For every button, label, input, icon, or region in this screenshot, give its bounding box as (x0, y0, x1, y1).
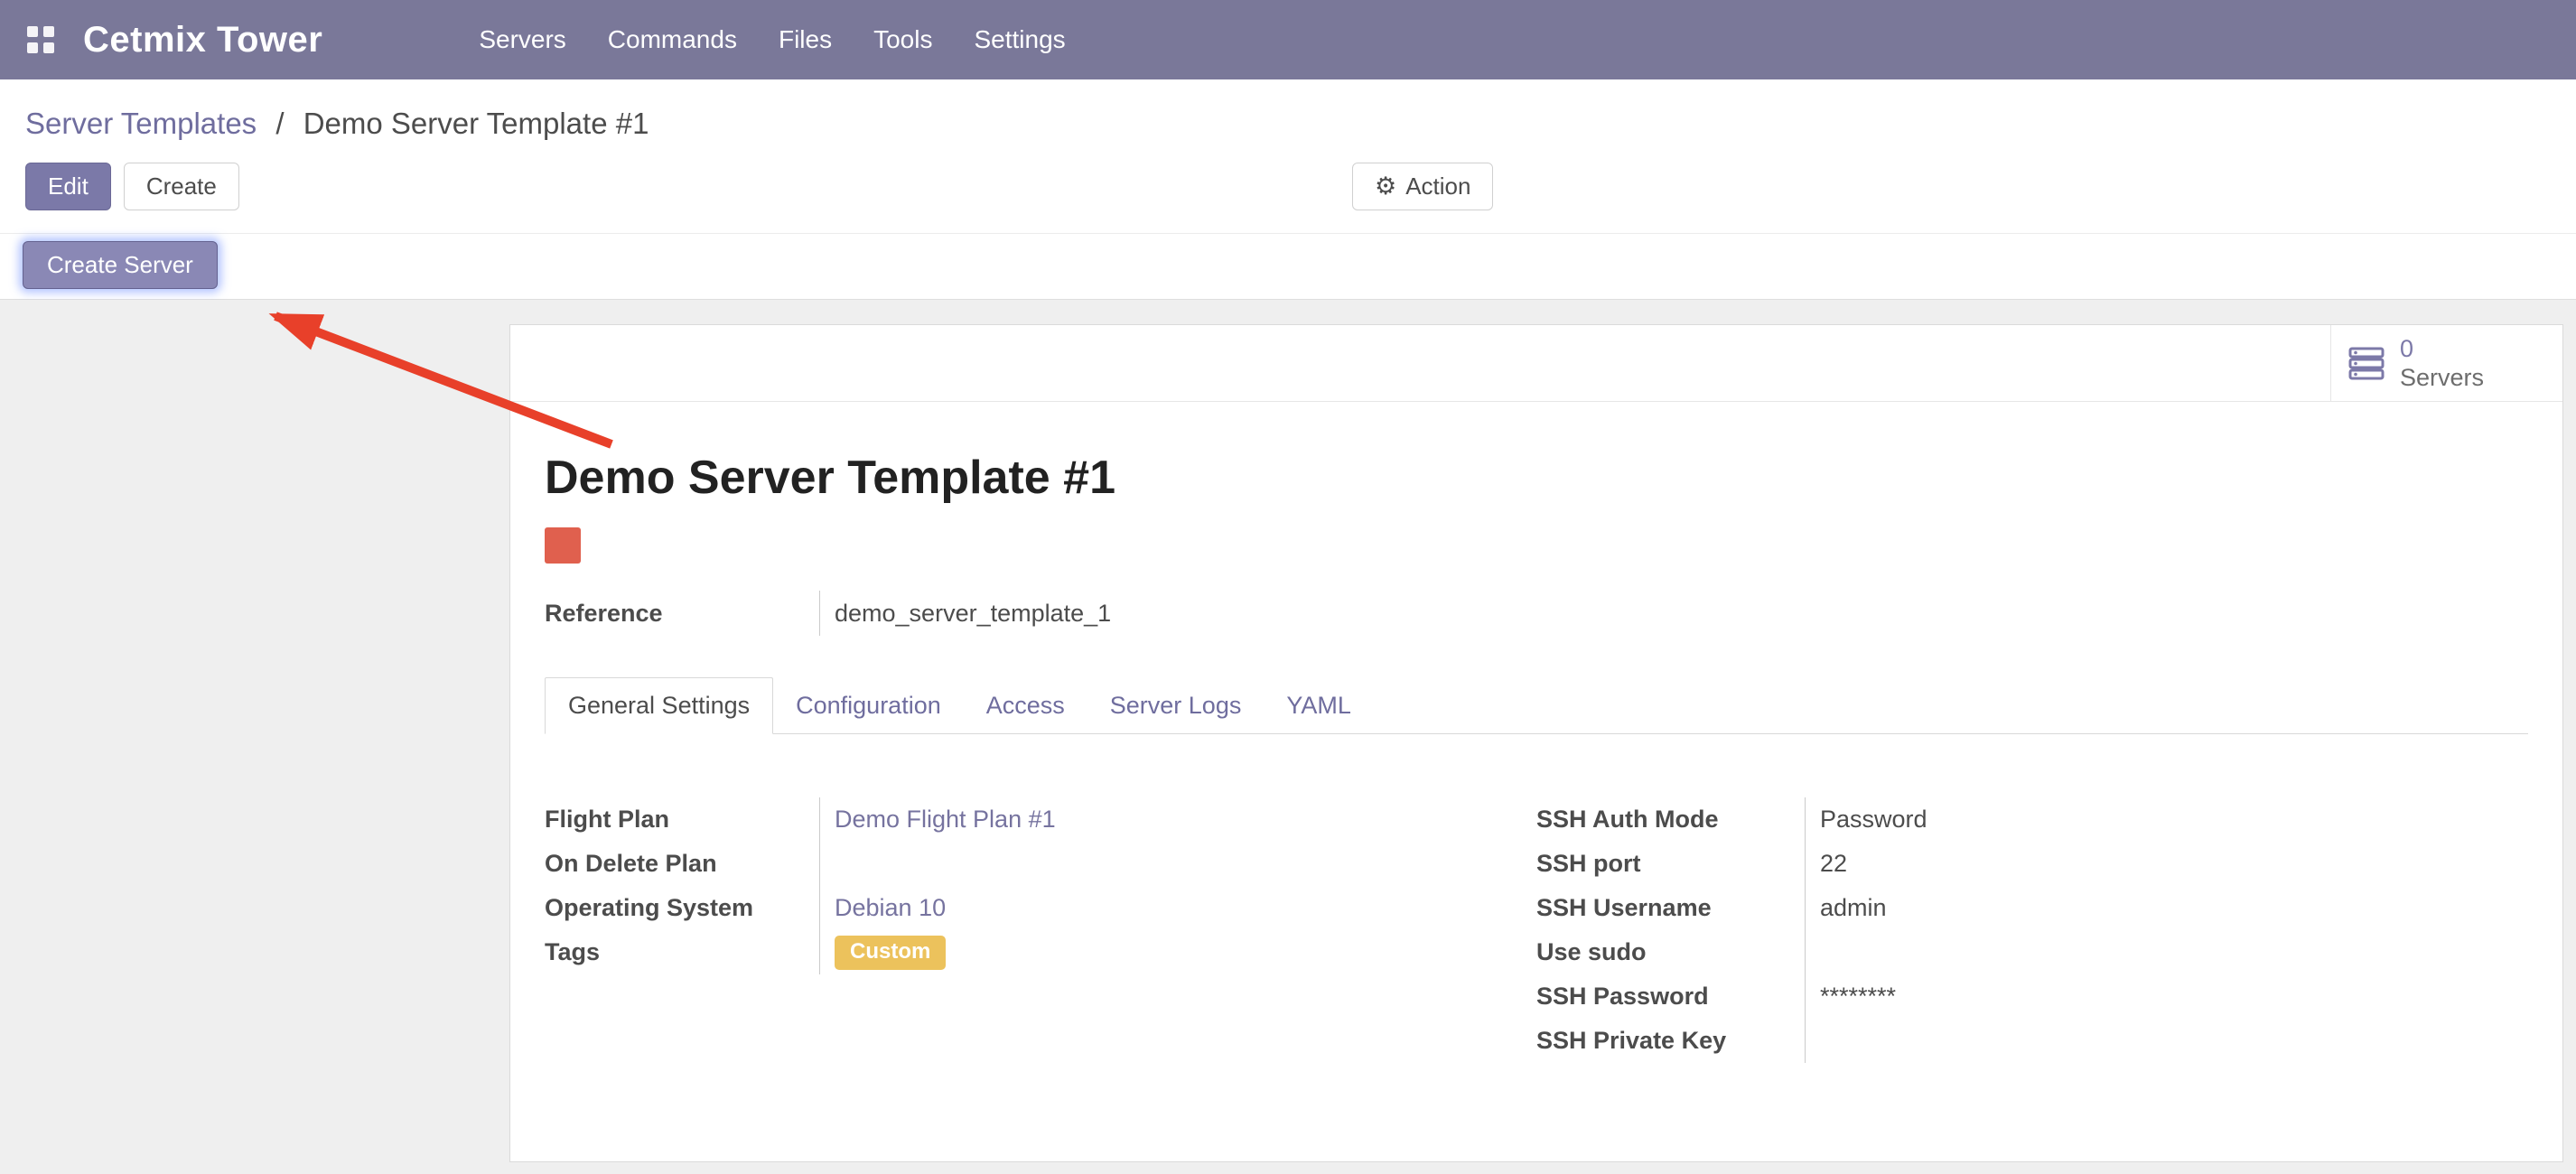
field-value: Custom (819, 930, 1536, 974)
sheet-body: Demo Server Template #1 Reference demo_s… (510, 402, 2562, 1063)
servers-stat-count: 0 (2400, 334, 2484, 363)
field-group-right: SSH Auth Mode Password SSH port 22 SSH U… (1536, 797, 2528, 1063)
stat-button-row: 0 Servers (510, 325, 2562, 402)
control-panel: Server Templates / Demo Server Template … (0, 79, 2576, 233)
menu-item-servers[interactable]: Servers (458, 0, 586, 79)
edit-button[interactable]: Edit (25, 163, 111, 210)
servers-stat-label: Servers (2400, 363, 2484, 392)
breadcrumb-separator: / (275, 107, 284, 140)
field-row-ssh-password: SSH Password ******** (1536, 974, 2528, 1019)
field-value (1805, 1019, 2528, 1063)
field-row-ssh-private-key: SSH Private Key (1536, 1019, 2528, 1063)
apps-grid-square (27, 42, 38, 53)
notebook-tabs: General Settings Configuration Access Se… (545, 677, 2528, 734)
gear-icon: ⚙ (1375, 172, 1396, 200)
top-navbar: Cetmix Tower Servers Commands Files Tool… (0, 0, 2576, 79)
field-value: 22 (1805, 842, 2528, 886)
breadcrumb-current: Demo Server Template #1 (303, 107, 649, 140)
form-statusbar: Create Server (0, 233, 2576, 300)
field-label: SSH Username (1536, 886, 1805, 930)
field-label: Flight Plan (545, 797, 819, 842)
servers-stat-button[interactable]: 0 Servers (2330, 325, 2562, 401)
field-value (1805, 930, 2528, 974)
servers-stat-text: 0 Servers (2400, 334, 2484, 393)
field-row-operating-system: Operating System Debian 10 (545, 886, 1536, 930)
tab-server-logs[interactable]: Server Logs (1087, 678, 1265, 733)
tag-badge-custom: Custom (835, 936, 946, 970)
content-area: 0 Servers Demo Server Template #1 Refere… (0, 300, 2576, 1173)
reference-label: Reference (545, 591, 819, 636)
field-label: On Delete Plan (545, 842, 819, 886)
flight-plan-link[interactable]: Demo Flight Plan #1 (835, 806, 1056, 834)
field-row-flight-plan: Flight Plan Demo Flight Plan #1 (545, 797, 1536, 842)
record-title: Demo Server Template #1 (545, 452, 2528, 504)
field-row-use-sudo: Use sudo (1536, 930, 2528, 974)
field-value (819, 842, 1536, 886)
menu-item-commands[interactable]: Commands (587, 0, 758, 79)
tab-access[interactable]: Access (964, 678, 1087, 733)
field-label: SSH Auth Mode (1536, 797, 1805, 842)
breadcrumb-parent-link[interactable]: Server Templates (25, 107, 257, 140)
apps-grid-square (43, 26, 54, 37)
field-value: ******** (1805, 974, 2528, 1019)
create-button[interactable]: Create (124, 163, 239, 210)
field-label: Use sudo (1536, 930, 1805, 974)
action-button[interactable]: ⚙ Action (1352, 163, 1493, 210)
field-value: Password (1805, 797, 2528, 842)
field-label: SSH port (1536, 842, 1805, 886)
field-row-ssh-auth-mode: SSH Auth Mode Password (1536, 797, 2528, 842)
tab-yaml[interactable]: YAML (1264, 678, 1374, 733)
server-stack-icon (2347, 344, 2385, 382)
field-value: Demo Flight Plan #1 (819, 797, 1536, 842)
field-value: Debian 10 (819, 886, 1536, 930)
tab-configuration[interactable]: Configuration (773, 678, 964, 733)
menu-item-tools[interactable]: Tools (853, 0, 953, 79)
field-group-left: Flight Plan Demo Flight Plan #1 On Delet… (545, 797, 1536, 1063)
breadcrumb: Server Templates / Demo Server Template … (25, 107, 2551, 141)
app-brand[interactable]: Cetmix Tower (83, 20, 322, 61)
action-button-label: Action (1405, 172, 1470, 200)
field-groups: Flight Plan Demo Flight Plan #1 On Delet… (545, 797, 2528, 1063)
record-color-swatch (545, 527, 581, 564)
main-menu: Servers Commands Files Tools Settings (458, 0, 1086, 79)
field-row-tags: Tags Custom (545, 930, 1536, 974)
tab-general-settings[interactable]: General Settings (545, 677, 773, 734)
field-label: SSH Password (1536, 974, 1805, 1019)
reference-field-row: Reference demo_server_template_1 (545, 591, 2528, 636)
apps-grid-square (27, 26, 38, 37)
menu-item-settings[interactable]: Settings (953, 0, 1086, 79)
field-label: SSH Private Key (1536, 1019, 1805, 1063)
field-row-ssh-username: SSH Username admin (1536, 886, 2528, 930)
apps-grid-icon[interactable] (27, 26, 54, 53)
menu-item-files[interactable]: Files (758, 0, 853, 79)
form-sheet: 0 Servers Demo Server Template #1 Refere… (509, 324, 2563, 1162)
operating-system-link[interactable]: Debian 10 (835, 894, 946, 922)
field-label: Operating System (545, 886, 819, 930)
reference-value: demo_server_template_1 (819, 591, 2528, 636)
field-row-on-delete-plan: On Delete Plan (545, 842, 1536, 886)
control-panel-buttons: Edit Create ⚙ Action (25, 163, 2551, 210)
create-server-button[interactable]: Create Server (23, 241, 218, 289)
field-label: Tags (545, 930, 819, 974)
field-value: admin (1805, 886, 2528, 930)
apps-grid-square (43, 42, 54, 53)
field-row-ssh-port: SSH port 22 (1536, 842, 2528, 886)
